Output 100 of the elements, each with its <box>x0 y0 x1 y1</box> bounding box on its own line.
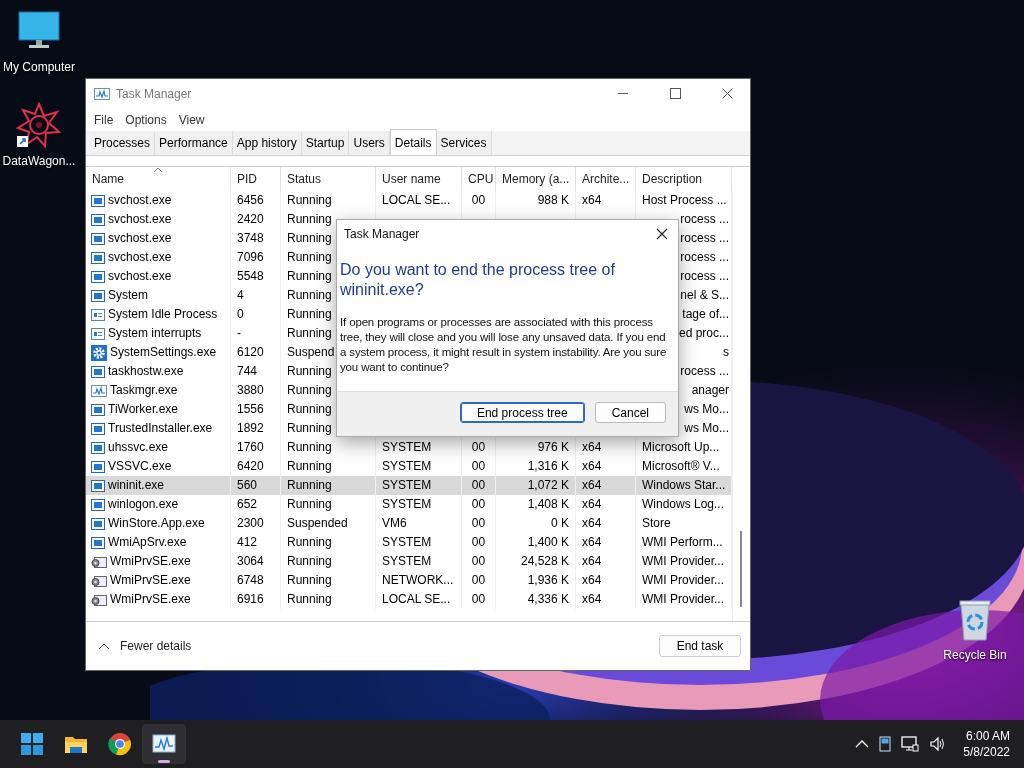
table-cell: Suspended <box>281 514 376 533</box>
table-cell: 7096 <box>231 248 281 267</box>
table-cell: 5548 <box>231 267 281 286</box>
clock-date[interactable]: 5/8/2022 <box>963 744 1010 760</box>
table-row[interactable]: WmiPrvSE.exe 3064 Running SYSTEM 00 24,528 K x64 WMI Provider... <box>86 552 733 571</box>
process-name: WmiPrvSE.exe <box>110 591 191 608</box>
table-cell: VM6 <box>376 514 462 533</box>
table-cell: Running <box>281 438 376 457</box>
menu-item[interactable]: File <box>88 110 120 129</box>
window-icon <box>91 497 105 512</box>
table-cell: x64 <box>576 590 636 609</box>
window-icon <box>91 516 105 531</box>
table-cell: NETWORK... <box>376 571 462 590</box>
table-cell: 988 K <box>496 191 576 210</box>
tab[interactable]: Details <box>389 129 437 155</box>
table-cell: 1556 <box>231 400 281 419</box>
table-row[interactable]: WmiApSrv.exe 412 Running SYSTEM 00 1,400 K x64 WMI Perform... <box>86 533 733 552</box>
table-cell: x64 <box>576 571 636 590</box>
table-cell: x64 <box>576 552 636 571</box>
process-name: TiWorker.exe <box>108 401 179 418</box>
table-cell: WMI Provider... <box>636 552 732 571</box>
window-icon <box>91 307 105 322</box>
table-cell: Running <box>281 590 376 609</box>
table-cell: 00 <box>462 476 496 495</box>
gear-icon <box>91 344 107 361</box>
table-row[interactable]: svchost.exe 6456 Running LOCAL SE... 00 988 K x64 Host Process ... <box>86 191 733 210</box>
window-icon <box>91 535 105 550</box>
menu-item[interactable]: View <box>172 110 211 129</box>
table-cell: x64 <box>576 495 636 514</box>
table-cell: 00 <box>462 438 496 457</box>
process-name: System interrupts <box>108 325 202 342</box>
window-icon <box>91 459 105 474</box>
process-name: winlogon.exe <box>108 496 179 513</box>
chart-icon <box>152 732 176 756</box>
table-cell: 560 <box>231 476 281 495</box>
tab[interactable]: Processes <box>90 131 156 155</box>
star-shortcut-icon[interactable] <box>15 102 63 150</box>
table-cell: SYSTEM <box>376 495 462 514</box>
table-cell: 744 <box>231 362 281 381</box>
table-row[interactable]: WinStore.App.exe 2300 Suspended VM6 00 0 K x64 Store <box>86 514 733 533</box>
process-name: TrustedInstaller.exe <box>108 420 213 437</box>
table-row[interactable]: wininit.exe 560 Running SYSTEM 00 1,072 K x64 Windows Star... <box>86 476 733 495</box>
table-row[interactable]: WmiPrvSE.exe 6916 Running LOCAL SE... 00 4,336 K x64 WMI Provider... <box>86 590 733 609</box>
process-name: WmiApSrv.exe <box>108 534 187 551</box>
table-cell: Microsoft Up... <box>636 438 732 457</box>
window-icon <box>91 250 105 265</box>
close-icon <box>721 88 733 99</box>
windows-logo-icon <box>20 732 44 756</box>
table-row[interactable]: winlogon.exe 652 Running SYSTEM 00 1,408 K x64 Windows Log... <box>86 495 733 514</box>
app-icon <box>94 86 110 101</box>
table-cell: SYSTEM <box>376 552 462 571</box>
chart-icon <box>91 383 107 398</box>
table-cell: 652 <box>231 495 281 514</box>
window-icon <box>91 212 105 227</box>
table-cell: LOCAL SE... <box>376 191 462 210</box>
process-name: svchost.exe <box>108 192 172 209</box>
menu-item[interactable]: Options <box>119 110 173 129</box>
window-icon <box>91 440 105 455</box>
table-cell: 2420 <box>231 210 281 229</box>
process-name: uhssvc.exe <box>108 439 169 456</box>
fewer-details-toggle[interactable]: Fewer details <box>98 639 192 653</box>
process-name: svchost.exe <box>108 268 172 285</box>
table-cell: Running <box>281 495 376 514</box>
process-name: svchost.exe <box>108 230 172 247</box>
table-cell: WMI Provider... <box>636 571 732 590</box>
tab[interactable]: Startup <box>301 131 350 155</box>
chevron-up-icon[interactable] <box>855 739 870 749</box>
clock-time[interactable]: 6:00 AM <box>965 728 1010 744</box>
tab[interactable]: Performance <box>155 131 233 155</box>
battery-icon[interactable] <box>879 736 892 752</box>
window-icon <box>91 193 105 208</box>
taskbar-app[interactable] <box>142 724 186 764</box>
network-icon[interactable] <box>901 736 920 752</box>
tab[interactable]: App history <box>232 131 302 155</box>
table-cell: Windows Log... <box>636 495 732 514</box>
dialog-button[interactable]: End process tree <box>459 402 585 423</box>
tab[interactable]: Services <box>436 131 492 155</box>
table-cell: Running <box>281 571 376 590</box>
sort-caret-icon <box>153 167 163 173</box>
table-cell: 4,336 K <box>496 590 576 609</box>
process-name: taskhostw.exe <box>108 363 184 380</box>
window-icon <box>91 288 105 303</box>
window-icon <box>91 231 105 246</box>
window-icon <box>91 326 105 341</box>
dialog-button[interactable]: Cancel <box>594 402 666 423</box>
table-row[interactable]: WmiPrvSE.exe 6748 Running NETWORK... 00 1,936 K x64 WMI Provider... <box>86 571 733 590</box>
table-cell: 24,528 K <box>496 552 576 571</box>
table-cell: 00 <box>462 552 496 571</box>
window-icon <box>91 269 105 284</box>
table-row[interactable]: uhssvc.exe 1760 Running SYSTEM 00 976 K x64 Microsoft Up... <box>86 438 733 457</box>
tab[interactable]: Users <box>349 131 390 155</box>
table-cell: WMI Provider... <box>636 590 732 609</box>
table-cell: x64 <box>576 514 636 533</box>
end-task-button[interactable]: End task <box>659 635 741 657</box>
gear-window-icon <box>91 592 107 607</box>
table-cell: 3064 <box>231 552 281 571</box>
scroll-thumb[interactable] <box>740 531 743 607</box>
table-cell: 6456 <box>231 191 281 210</box>
process-name: svchost.exe <box>108 249 172 266</box>
process-name: wininit.exe <box>108 477 165 494</box>
